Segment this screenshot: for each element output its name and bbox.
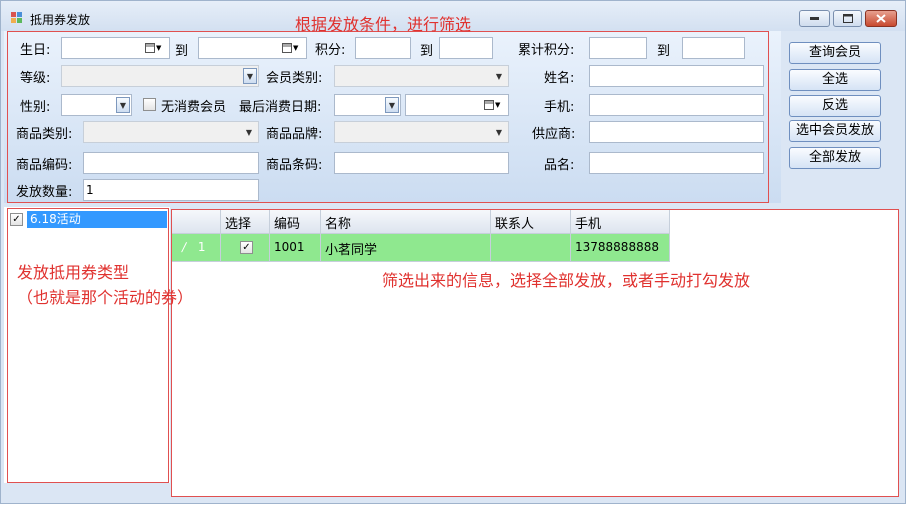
tree-scroll-area [4,484,172,496]
column-header-name[interactable]: 名称 [321,210,491,234]
name-cell: 小茗同学 [321,234,491,262]
phone-cell: 13788888888 [571,234,670,262]
chevron-down-icon[interactable]: ▼ [385,97,399,113]
close-button[interactable] [865,10,897,27]
minimize-button[interactable] [799,10,830,27]
no-consumption-checkbox[interactable] [143,98,156,111]
filter-annotation: 根据发放条件，进行筛选 [295,15,472,34]
product-category-label: 商品类别: [16,127,73,142]
tree-item-checkbox[interactable]: ✓ [10,213,23,226]
filter-panel: 生日: ▼ 到 ▼ 积分: 到 累计积分: 到 等级: ▼ 会员类别: ▼ 姓名… [4,31,781,203]
product-brand-select[interactable]: ▼ [334,121,509,143]
chevron-down-icon[interactable]: ▼ [243,68,257,84]
issue-all-button[interactable]: 全部发放 [789,147,881,169]
tree-item-label[interactable]: 6.18活动 [27,211,167,228]
minimize-icon [800,11,829,26]
column-header-select[interactable]: 选择 [221,210,270,234]
select-all-button[interactable]: 全选 [789,69,881,91]
issue-qty-input[interactable]: 1 [83,179,259,201]
birthday-to-label: 到 [175,44,189,59]
member-results-grid: 选择 编码 名称 联系人 手机 ∕ 1 ✓ 1001 小茗同学 13788888… [172,210,899,497]
product-code-label: 商品编码: [16,158,73,173]
maximize-icon [834,11,861,26]
row-header-cell [172,210,221,234]
close-icon [866,11,896,26]
contact-cell [491,234,571,262]
chevron-down-icon[interactable]: ▼ [492,126,506,139]
birthday-to-picker[interactable]: ▼ [198,37,307,59]
calendar-icon[interactable]: ▼ [145,42,165,54]
table-row[interactable]: ∕ 1 ✓ 1001 小茗同学 13788888888 [172,234,670,262]
invert-selection-button[interactable]: 反选 [789,95,881,117]
column-header-code[interactable]: 编码 [270,210,321,234]
app-icon [11,12,23,24]
select-cell[interactable]: ✓ [221,234,270,262]
grid-annotation: 筛选出来的信息，选择全部发放，或者手动打勾发放 [382,271,751,290]
last-consume-date-picker[interactable]: ▼ [405,94,509,116]
barcode-input[interactable] [334,152,509,174]
points-to-input[interactable] [439,37,493,59]
product-category-select[interactable]: ▼ [83,121,259,143]
calendar-icon[interactable]: ▼ [484,99,504,111]
row-index: 1 [197,240,206,254]
points-label: 积分: [315,43,346,58]
member-type-label: 会员类别: [266,71,323,86]
window-title: 抵用券发放 [30,13,91,27]
column-header-contact[interactable]: 联系人 [491,210,571,234]
issue-qty-label: 发放数量: [16,185,73,200]
issue-selected-button[interactable]: 选中会员发放 [789,120,881,142]
calendar-icon[interactable]: ▼ [282,42,302,54]
cumulative-points-label: 累计积分: [518,43,575,58]
maximize-button[interactable] [833,10,862,27]
level-label: 等级: [20,71,51,86]
cumulative-points-to-label: 到 [657,44,671,59]
product-brand-label: 商品品牌: [266,127,323,142]
chevron-down-icon[interactable]: ▼ [492,70,506,83]
chevron-down-icon[interactable]: ▼ [116,97,130,113]
edit-pencil-icon: ∕ [182,240,187,254]
chevron-down-icon[interactable]: ▼ [242,126,256,139]
barcode-label: 商品条码: [266,158,323,173]
column-header-phone[interactable]: 手机 [571,210,670,234]
row-select-checkbox[interactable]: ✓ [240,241,253,254]
phone-input[interactable] [589,94,764,116]
member-type-select[interactable]: ▼ [334,65,509,87]
cumulative-points-to-input[interactable] [682,37,745,59]
coupon-type-annotation-sub: （也就是那个活动的券） [17,288,194,307]
cumulative-points-from-input[interactable] [589,37,647,59]
code-cell: 1001 [270,234,321,262]
name-label: 姓名: [544,71,575,86]
no-consumption-label: 无消费会员 [161,100,227,115]
coupon-type-tree: ✓ 6.18活动 [4,207,170,483]
product-code-input[interactable] [83,152,259,174]
last-consume-date-select[interactable]: ▼ [334,94,401,116]
row-header[interactable]: ∕ 1 [172,234,221,262]
tree-item[interactable]: ✓ 6.18活动 [10,211,167,228]
voucher-issue-window: 抵用券发放 生日: ▼ 到 ▼ 积分: 到 累计积分: 到 等级: ▼ 会员类别… [0,0,906,504]
gender-select[interactable]: ▼ [61,94,132,116]
level-select[interactable]: ▼ [61,65,259,87]
points-to-label: 到 [420,44,434,59]
product-name-input[interactable] [589,152,764,174]
gender-label: 性别: [20,100,51,115]
birthday-label: 生日: [20,43,51,58]
points-from-input[interactable] [355,37,411,59]
supplier-input[interactable] [589,121,764,143]
product-name-label: 品名: [544,158,575,173]
name-input[interactable] [589,65,764,87]
last-consume-date-label: 最后消费日期: [239,100,322,115]
supplier-label: 供应商: [532,127,576,142]
query-members-button[interactable]: 查询会员 [789,42,881,64]
phone-label: 手机: [544,100,575,115]
birthday-from-picker[interactable]: ▼ [61,37,170,59]
coupon-type-annotation: 发放抵用券类型 [17,263,130,282]
